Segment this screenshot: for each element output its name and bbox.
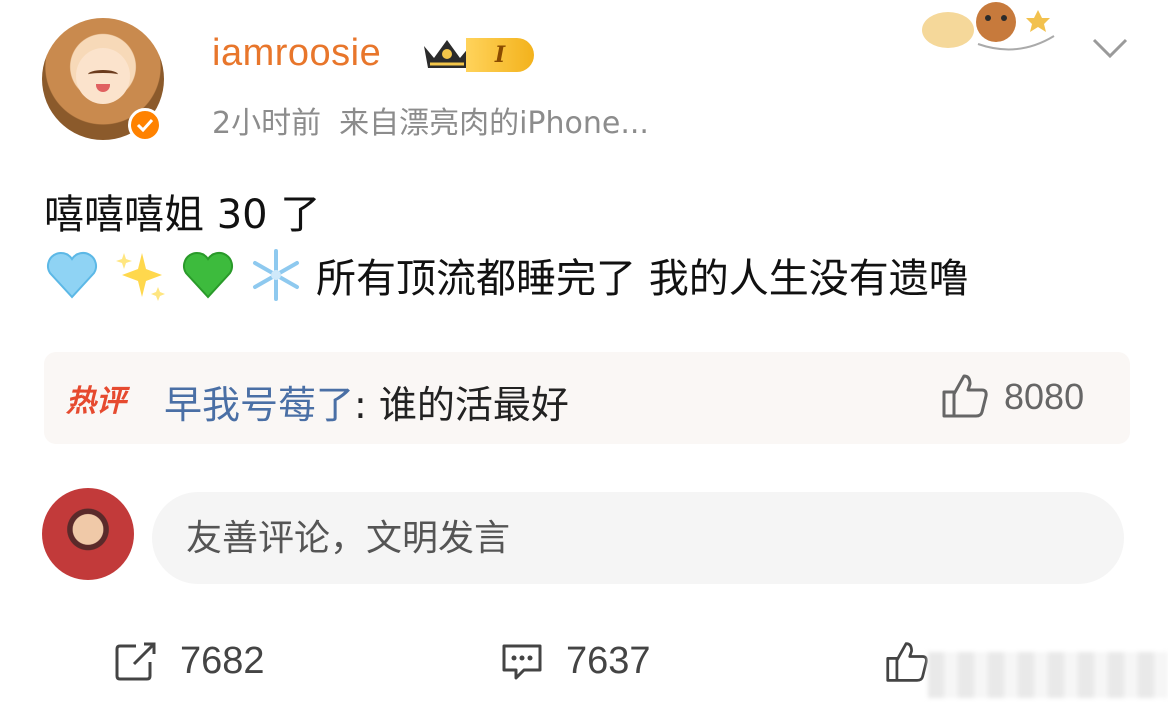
avatar-eyes	[88, 70, 118, 79]
hot-comment-text[interactable]: 早我号莓了: 谁的活最好	[164, 374, 569, 429]
comment-input[interactable]	[152, 492, 1124, 584]
hot-comment-tag: 热评	[66, 384, 126, 419]
repost-icon	[115, 642, 156, 680]
repost-button[interactable]: 7682	[114, 640, 265, 683]
repost-count: 7682	[180, 640, 265, 682]
snowflake-icon	[253, 249, 299, 301]
comment-icon	[502, 644, 542, 679]
blurred-like-count	[928, 652, 1168, 698]
comment-count: 7637	[566, 640, 651, 682]
author-username[interactable]: iamroosie	[212, 32, 381, 75]
verified-badge-icon	[128, 108, 162, 142]
comment-button[interactable]: 7637	[500, 640, 651, 683]
hot-comment-separator: :	[354, 383, 379, 427]
green-heart-icon	[183, 252, 233, 299]
light-blue-heart-icon	[47, 252, 97, 299]
post-meta: 2小时前 来自漂亮肉的iPhone...	[212, 98, 649, 142]
current-user-avatar[interactable]	[42, 488, 134, 580]
hot-comment-like-count: 8080	[1004, 376, 1085, 417]
post-text-line2-text: 所有顶流都睡完了 我的人生没有遗噜	[316, 256, 969, 302]
decoration-sticker-icon	[922, 2, 1055, 51]
hot-comment-body: 谁的活最好	[378, 383, 569, 427]
chevron-down-icon[interactable]	[1090, 34, 1130, 62]
sparkles-icon	[116, 253, 165, 301]
hot-comment-author[interactable]: 早我号莓了	[164, 383, 354, 427]
post-text-line2: 所有顶流都睡完了 我的人生没有遗噜	[44, 246, 969, 304]
level-badge[interactable]: I	[466, 38, 534, 72]
thumbs-up-icon[interactable]	[940, 372, 990, 420]
post-source: 来自漂亮肉的iPhone...	[339, 106, 649, 141]
post-text-line1: 嘻嘻嘻姐 30 了	[44, 192, 321, 238]
thumbs-up-icon	[886, 642, 928, 682]
post-time: 2小时前	[212, 106, 322, 141]
